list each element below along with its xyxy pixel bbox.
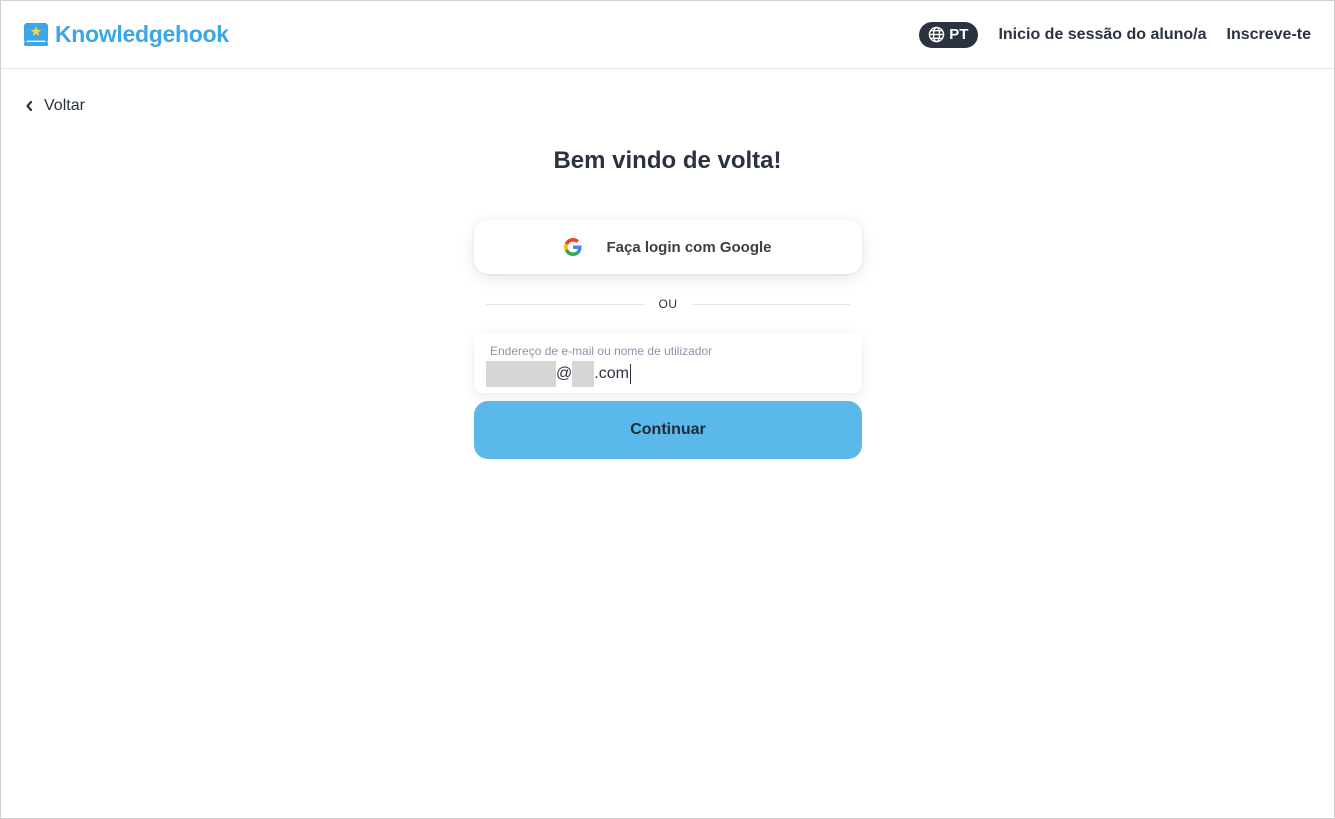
back-link[interactable]: Voltar [25, 97, 85, 115]
redacted-username [486, 361, 556, 387]
brand-name: Knowledgehook [55, 21, 229, 47]
student-login-link[interactable]: Inicio de sessão do aluno/a [998, 26, 1206, 44]
divider-line-left [486, 303, 645, 305]
page-title: Bem vindo de volta! [553, 147, 782, 174]
email-field-label: Endereço de e-mail ou nome de utilizador [490, 344, 713, 358]
google-login-button[interactable]: Faça login com Google [474, 220, 862, 274]
redacted-domain [572, 361, 595, 387]
divider-line-right [691, 303, 850, 305]
google-login-label: Faça login com Google [606, 238, 772, 256]
top-header: Knowledgehook PT Inicio de sessão do alu… [1, 1, 1334, 69]
email-at-sign: @ [556, 365, 573, 382]
brand-logo-icon [24, 22, 48, 46]
email-domain-suffix: .com [594, 365, 629, 382]
language-code: PT [949, 26, 969, 43]
email-field[interactable]: Endereço de e-mail ou nome de utilizador… [474, 333, 862, 393]
globe-icon [928, 26, 945, 43]
language-selector[interactable]: PT [919, 21, 979, 48]
chevron-left-icon [26, 100, 33, 112]
divider-text: OU [658, 297, 678, 311]
continue-button[interactable]: Continuar [474, 401, 862, 459]
google-icon [564, 238, 583, 256]
text-caret [629, 364, 631, 384]
back-label: Voltar [44, 97, 85, 114]
or-divider: OU [486, 294, 850, 314]
header-nav: PT Inicio de sessão do aluno/a Inscreve-… [919, 21, 1312, 48]
signup-link[interactable]: Inscreve-te [1227, 26, 1312, 44]
email-field-value[interactable]: @ .com [486, 361, 850, 387]
brand-home-link[interactable]: Knowledgehook [23, 21, 229, 48]
